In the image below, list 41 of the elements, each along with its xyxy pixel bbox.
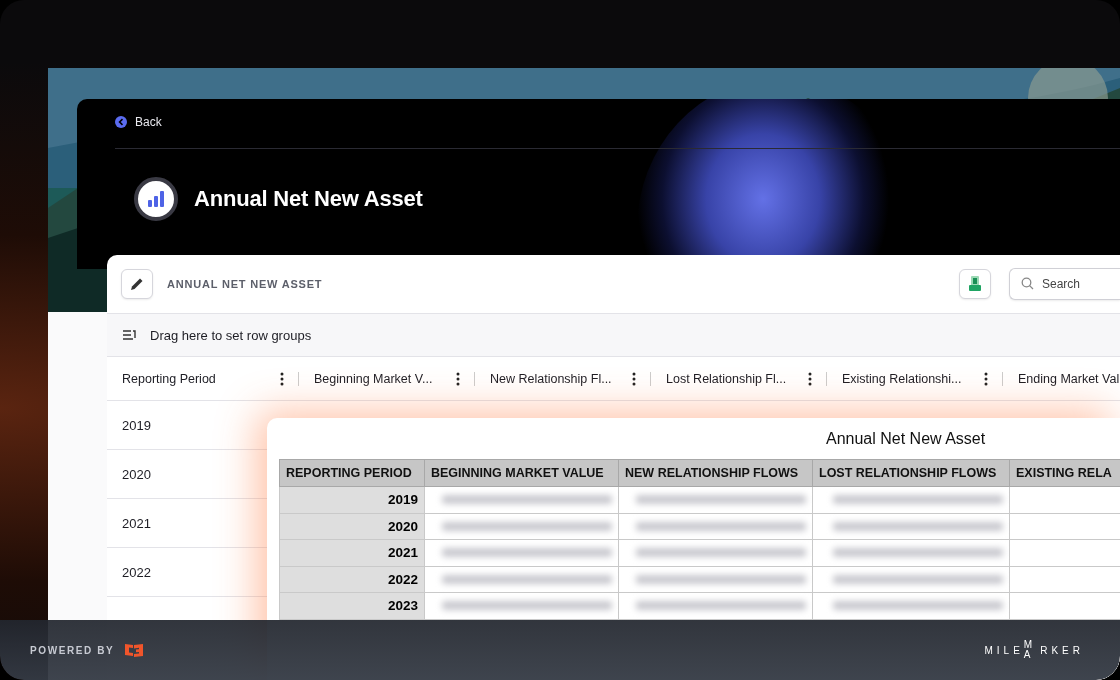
column-header: NEW RELATIONSHIP FLOWS: [618, 459, 813, 487]
table-cell: 2020: [122, 466, 151, 482]
powered-by-label: POWERED BY: [30, 644, 115, 656]
column-header: EXISTING RELA: [1009, 459, 1120, 487]
sheet-title: Annual Net New Asset: [825, 428, 987, 449]
table-cell: 2021: [122, 515, 151, 531]
grid-title: ANNUAL NET NEW ASSET: [167, 278, 324, 290]
search-field[interactable]: Search: [1009, 268, 1120, 300]
pencil-icon: [129, 276, 145, 292]
table-cell: 2019: [122, 417, 151, 433]
column-header: LOST RELATIONSHIP FLOWS: [812, 459, 1010, 487]
table-cell: 2021: [279, 539, 425, 566]
column-header[interactable]: New Relationship Fl...: [490, 371, 612, 386]
back-arrow-icon: [115, 116, 127, 128]
column-header: BEGINNING MARKET VALUE: [424, 459, 619, 487]
column-menu-icon[interactable]: [808, 371, 812, 386]
column-header[interactable]: Ending Market Val: [1018, 371, 1120, 386]
column-header[interactable]: Lost Relationship Fl...: [666, 371, 787, 386]
spreadsheet-icon: [968, 275, 982, 293]
bar-chart-icon: [134, 177, 178, 221]
page-title: Annual Net New Asset: [194, 186, 423, 212]
table-cell: 2019: [279, 486, 425, 513]
column-menu-icon[interactable]: [632, 371, 636, 386]
table-cell: 2023: [279, 592, 425, 619]
table-cell: 2022: [122, 564, 151, 580]
table-cell: 2020: [279, 513, 425, 540]
row-groups-hint: Drag here to set row groups: [150, 327, 312, 343]
back-link[interactable]: Back: [115, 115, 162, 129]
edit-button[interactable]: [121, 269, 153, 299]
column-menu-icon[interactable]: [456, 371, 460, 386]
column-header: REPORTING PERIOD: [279, 459, 425, 487]
column-menu-icon[interactable]: [280, 371, 284, 386]
export-excel-button[interactable]: [959, 269, 991, 299]
column-menu-icon[interactable]: [984, 371, 988, 386]
row-groups-icon: [122, 329, 136, 341]
column-header[interactable]: Beginning Market V...: [314, 371, 433, 386]
column-header[interactable]: Reporting Period: [122, 371, 216, 386]
column-header[interactable]: Existing Relationshi...: [842, 371, 962, 386]
table-cell: 2022: [279, 566, 425, 593]
search-icon: [1021, 277, 1034, 290]
brand-logo-icon: [124, 642, 145, 658]
